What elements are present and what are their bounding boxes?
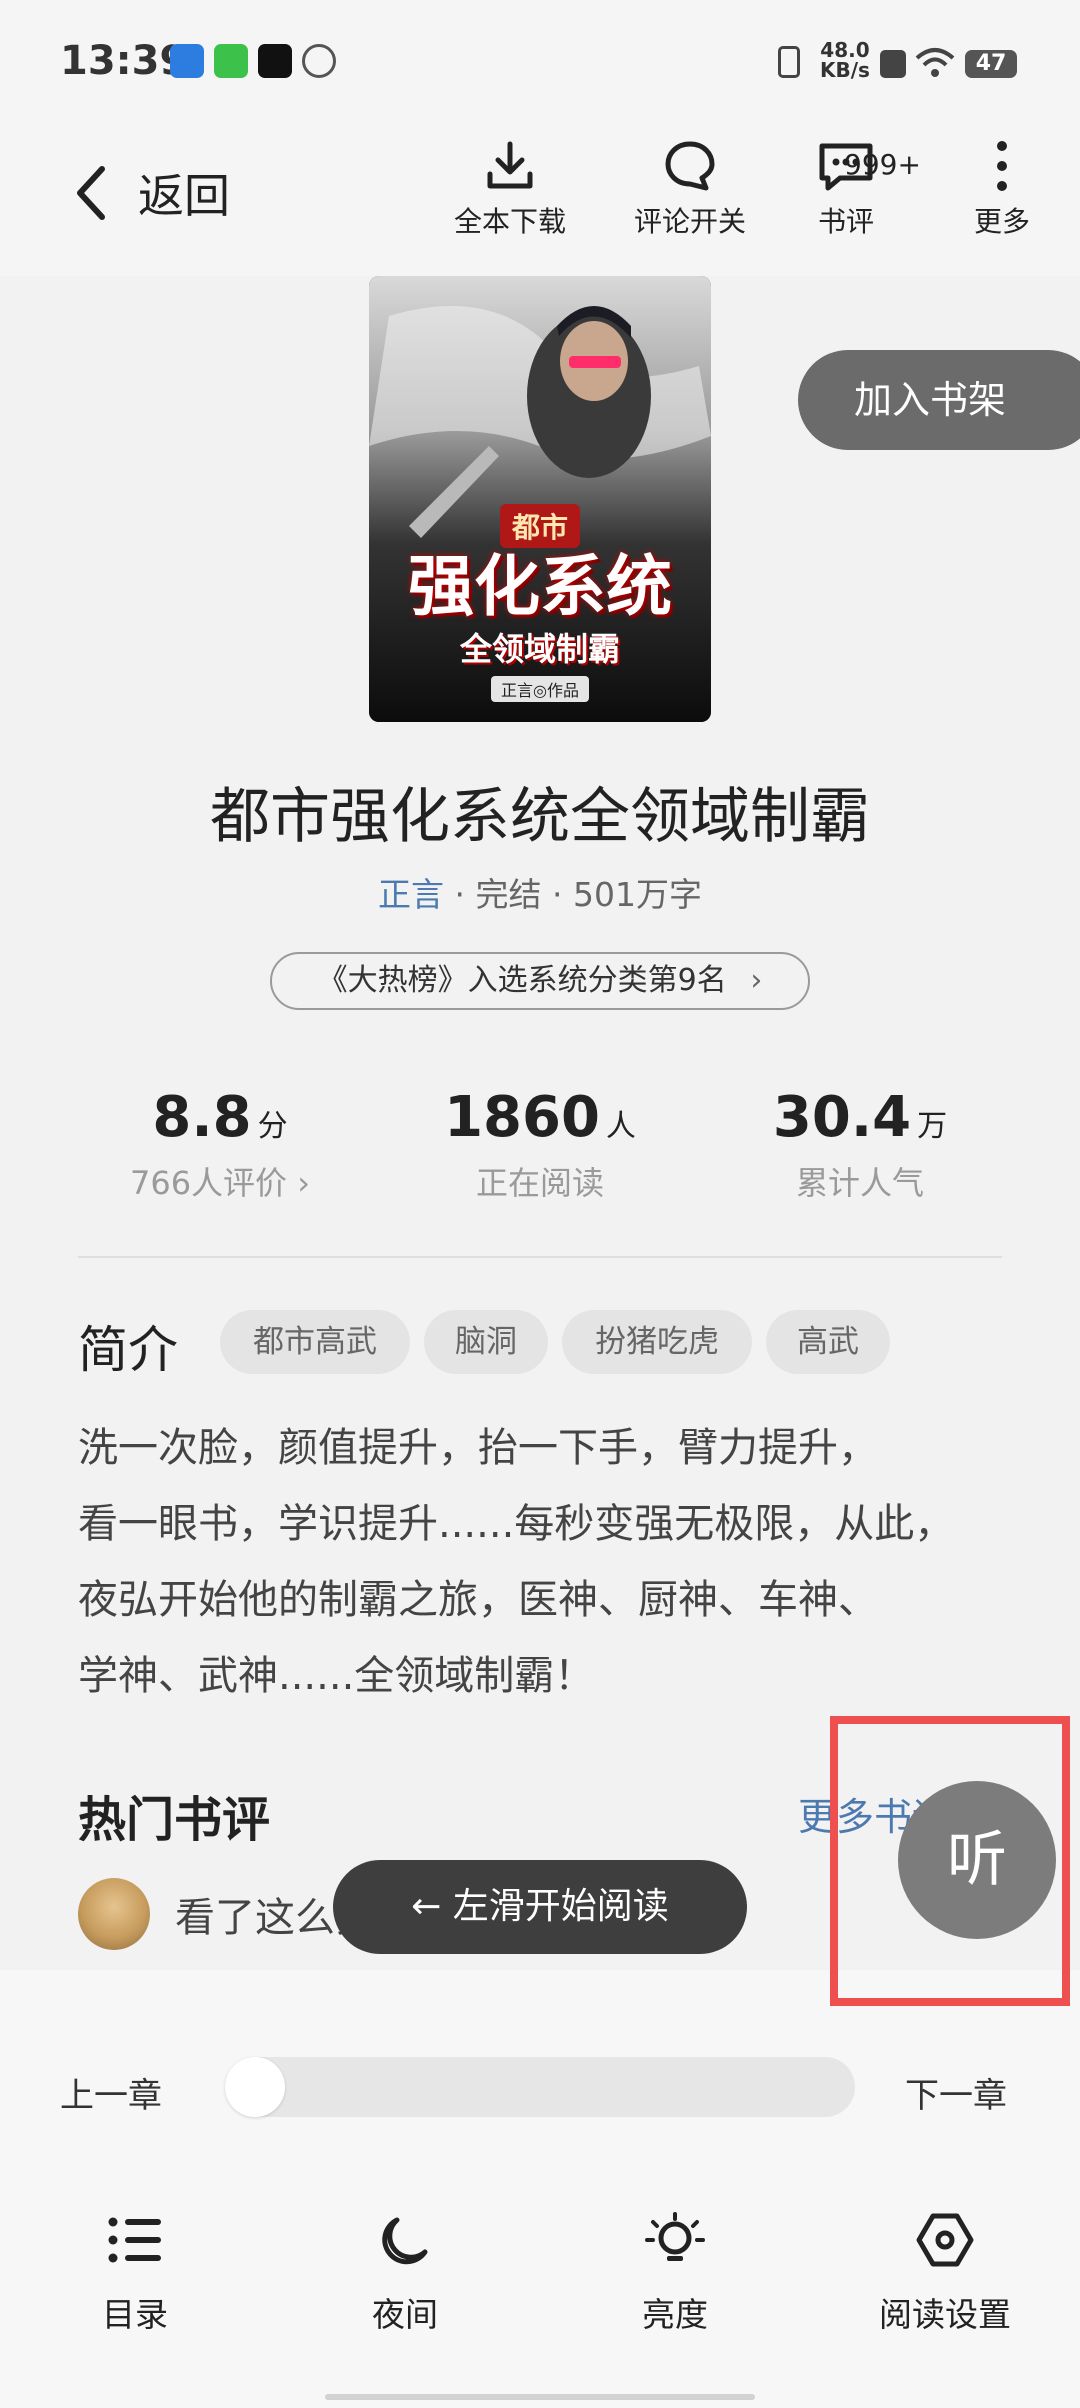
moon-icon (382, 2217, 428, 2265)
comment-toggle-button[interactable]: 评论开关 (630, 138, 750, 240)
tag-chip[interactable]: 高武 (766, 1310, 890, 1374)
more-vertical-icon (997, 141, 1007, 191)
net-speed-value: 48.0 (820, 38, 870, 62)
add-to-shelf-button[interactable]: 加入书架 (798, 350, 1080, 450)
intro-line: 夜弘开始他的制霸之旅，医神、厨神、车神、 (78, 1577, 878, 1623)
cover-tag: 都市 (499, 504, 580, 548)
back-button[interactable]: 返回 (72, 160, 230, 226)
status-bar: 13:39 48.0 KB/s 47 (0, 0, 1080, 120)
top-toolbar: 返回 全本下载 评论开关 书评 999+ 更多 (0, 120, 1080, 276)
author-link[interactable]: 正言 (378, 875, 444, 914)
review-label: 书评 (817, 205, 874, 238)
no-sim-icon (880, 50, 906, 78)
reading-settings-button[interactable]: 阅读设置 (845, 2212, 1045, 2336)
status-time: 13:39 (60, 38, 188, 84)
cover-author: 正言◎作品 (491, 676, 589, 702)
review-count-badge: 999+ (844, 148, 921, 181)
avatar[interactable] (78, 1878, 150, 1950)
meta-separator: · (454, 875, 476, 914)
comment-toggle-label: 评论开关 (633, 205, 746, 238)
rank-badge[interactable]: 《大热榜》入选系统分类第9名 › (270, 952, 810, 1010)
toc-button[interactable]: 目录 (35, 2212, 235, 2336)
rank-text: 《大热榜》入选系统分类第9名 (317, 963, 727, 998)
popularity-stat: 30.4 万 累计人气 (695, 1085, 1025, 1204)
section-divider (78, 1256, 1002, 1258)
night-label: 夜间 (372, 2295, 438, 2334)
book-cover[interactable]: 都市 强化系统 全领域制霸 正言◎作品 (369, 276, 711, 722)
net-speed-unit: KB/s (820, 58, 870, 82)
hot-reviews-heading: 热门书评 (78, 1792, 271, 1848)
tag-chip[interactable]: 都市高武 (220, 1310, 410, 1374)
back-label: 返回 (138, 169, 230, 223)
rating-value: 8.8 (152, 1085, 252, 1150)
book-status: 完结 (475, 875, 542, 914)
cover-text-block: 都市 强化系统 全领域制霸 正言◎作品 (369, 504, 711, 702)
more-button[interactable]: 更多 (942, 138, 1062, 240)
download-label: 全本下载 (453, 205, 566, 238)
cover-subtitle: 全领域制霸 (459, 630, 620, 668)
rating-label: 766人评价 › (129, 1164, 311, 1202)
word-count: 501万字 (572, 875, 702, 914)
comment-bubble-icon (665, 141, 715, 191)
network-speed: 48.0 KB/s (820, 40, 870, 80)
listen-button[interactable]: 听 (898, 1781, 1056, 1939)
sync-notification-icon (302, 44, 336, 78)
intro-line: 学神、武神......全领域制霸！ (78, 1653, 595, 1699)
readers-label: 正在阅读 (475, 1164, 604, 1202)
cover-title: 强化系统 (408, 547, 672, 625)
reading-control-panel (0, 1970, 1080, 2408)
settings-hexagon-icon (916, 2213, 974, 2267)
next-chapter-button[interactable]: 下一章 (905, 2068, 1007, 2117)
rating-unit: 分 (257, 1109, 288, 1144)
chevron-left-icon (77, 166, 105, 220)
list-icon (108, 2217, 161, 2263)
meta-separator: · (552, 875, 573, 914)
popularity-value: 30.4 (772, 1085, 912, 1150)
download-button[interactable]: 全本下载 (450, 138, 570, 240)
tiktok-notification-icon (258, 44, 292, 78)
night-mode-button[interactable]: 夜间 (305, 2212, 505, 2336)
prev-chapter-button[interactable]: 上一章 (60, 2068, 162, 2117)
chevron-right-icon: › (750, 963, 763, 998)
intro-heading: 简介 (78, 1321, 178, 1379)
more-label: 更多 (973, 205, 1030, 238)
readers-stat: 1860 人 正在阅读 (375, 1085, 705, 1204)
chapter-progress-slider[interactable] (225, 2057, 855, 2117)
popularity-unit: 万 (917, 1109, 948, 1144)
book-title: 都市强化系统全领域制霸 (210, 782, 870, 852)
wifi-icon (915, 48, 955, 77)
book-review-button[interactable]: 书评 999+ (786, 138, 921, 240)
app-notification-icon (170, 44, 204, 78)
vibrate-icon (778, 46, 800, 78)
home-indicator[interactable] (325, 2394, 755, 2400)
download-icon (487, 141, 533, 189)
reading-settings-label: 阅读设置 (879, 2295, 1011, 2334)
intro-text: 洗一次脸，颜值提升，抬一下手，臂力提升， 看一眼书，学识提升......每秒变强… (78, 1410, 1018, 1714)
readers-unit: 人 (605, 1109, 636, 1144)
tag-chip[interactable]: 扮猪吃虎 (562, 1310, 752, 1374)
slider-handle[interactable] (225, 2057, 285, 2117)
swipe-to-read-hint[interactable]: ← 左滑开始阅读 (333, 1860, 747, 1954)
tag-chip[interactable]: 脑洞 (424, 1310, 548, 1374)
bulb-icon (645, 2212, 705, 2261)
brightness-button[interactable]: 亮度 (575, 2212, 775, 2336)
toc-label: 目录 (102, 2295, 168, 2334)
intro-line: 洗一次脸，颜值提升，抬一下手，臂力提升， (78, 1425, 878, 1471)
popularity-label: 累计人气 (795, 1164, 924, 1202)
book-meta: 正言 · 完结 · 501万字 (0, 868, 1080, 916)
rating-stat[interactable]: 8.8 分 766人评价 › (55, 1085, 385, 1204)
battery-indicator: 47 (965, 50, 1017, 78)
brightness-label: 亮度 (642, 2295, 708, 2334)
readers-value: 1860 (444, 1085, 600, 1150)
intro-line: 看一眼书，学识提升......每秒变强无极限，从此， (78, 1501, 955, 1547)
wechat-notification-icon (214, 44, 248, 78)
